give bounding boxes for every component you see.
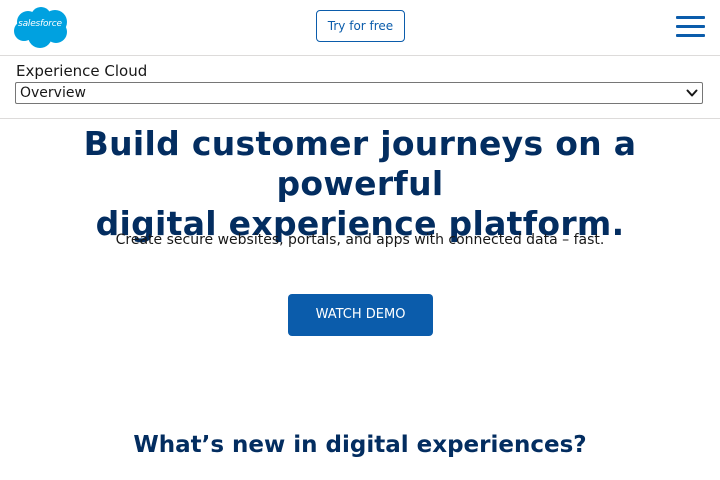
menu-bar-line [676,34,705,37]
hero-subtitle: Create secure websites, portals, and app… [115,232,605,248]
top-navigation-bar: salesforce Try for free [0,0,720,56]
salesforce-logo[interactable]: salesforce [10,6,70,49]
chevron-down-icon [686,89,698,97]
product-name-label: Experience Cloud [16,62,148,80]
section-select-value: Overview [20,85,86,101]
menu-bar-line [676,25,705,28]
whats-new-heading: What’s new in digital experiences? [133,432,587,458]
hero-title-line-1: Build customer journeys on a powerful [83,124,637,203]
menu-bar-line [676,16,705,19]
try-for-free-button[interactable]: Try for free [316,10,405,42]
hamburger-menu-icon[interactable] [676,14,705,39]
section-select[interactable]: Overview [15,82,703,104]
product-subnav: Experience Cloud Overview [0,57,720,119]
watch-demo-button[interactable]: WATCH DEMO [288,294,433,336]
logo-wordmark: salesforce [18,19,62,29]
hero-title: Build customer journeys on a powerful di… [0,124,720,244]
